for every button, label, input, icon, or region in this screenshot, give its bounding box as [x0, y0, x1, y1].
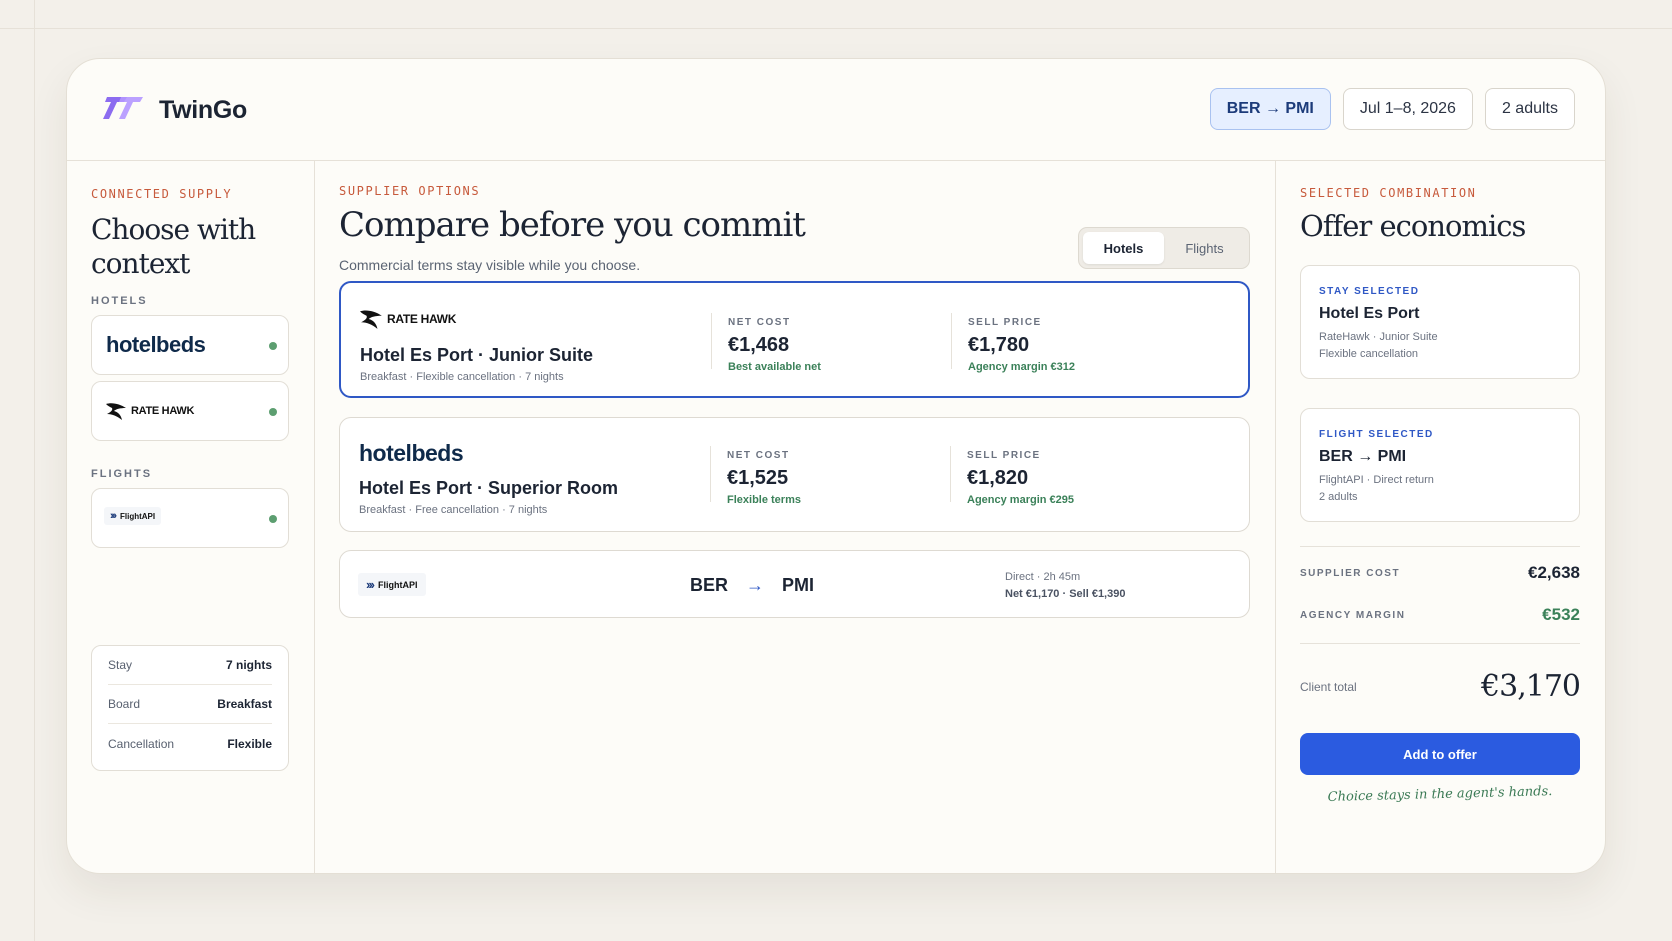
flights-label: FLIGHTS	[91, 468, 153, 480]
right-eyebrow: SELECTED COMBINATION	[1300, 186, 1477, 200]
stay-selected-card[interactable]: STAY SELECTED Hotel Es Port RateHawk · J…	[1300, 265, 1580, 379]
detail-row-stay: Stay 7 nights	[108, 646, 272, 685]
agency-margin-row: AGENCY MARGIN €532	[1300, 605, 1580, 624]
connected-status-dot	[269, 342, 277, 350]
sell-price: €1,820	[967, 467, 1029, 489]
supplier-tile-ratehawk[interactable]: RATE HAWK	[91, 381, 289, 441]
background-guide-horizontal	[0, 28, 1672, 29]
net-cost: €1,525	[727, 467, 789, 489]
option-name: Hotel Es Port · Superior Room	[359, 478, 619, 498]
brand[interactable]: TwinGo	[103, 93, 247, 128]
destination-code: PMI	[782, 575, 815, 595]
divider	[1300, 643, 1580, 644]
flight-route: BER → PMI	[690, 575, 814, 596]
net-cost: €1,468	[728, 334, 790, 356]
background-guide-vertical	[34, 0, 35, 941]
hotelbeds-logo: hotelbeds	[106, 332, 206, 357]
trip-details: Stay 7 nights Board Breakfast Cancellati…	[91, 645, 289, 771]
agency-margin: €532	[1542, 605, 1580, 624]
supplier-cost-row: SUPPLIER COST €2,638	[1300, 563, 1580, 582]
supplier-options-panel: SUPPLIER OPTIONS Compare before you comm…	[315, 161, 1276, 873]
app-header: TwinGo BER → PMI Jul 1–8, 2026 2 adults	[67, 59, 1605, 161]
hawk-icon	[360, 310, 382, 329]
ratehawk-logo: RATE HAWK	[360, 309, 456, 329]
option-meta: Breakfast · Free cancellation · 7 nights	[359, 504, 548, 516]
tab-hotels[interactable]: Hotels	[1083, 232, 1164, 264]
arrow-right-icon: →	[746, 575, 765, 595]
connected-status-dot	[269, 408, 277, 416]
app-window: TwinGo BER → PMI Jul 1–8, 2026 2 adults …	[66, 58, 1606, 874]
route-pill[interactable]: BER → PMI	[1209, 88, 1331, 130]
left-eyebrow: CONNECTED SUPPLY	[91, 187, 233, 201]
connected-supply-panel: CONNECTED SUPPLY Choose with context HOT…	[67, 161, 315, 873]
flight-info: Direct · 2h 45m Net €1,170 · Sell €1,390	[1005, 571, 1126, 600]
category-toggle: Hotels Flights	[1078, 227, 1250, 269]
app-name: TwinGo	[159, 96, 247, 124]
divider	[951, 313, 952, 369]
ratehawk-logo: RATE HAWK	[106, 402, 194, 420]
option-name: Hotel Es Port · Junior Suite	[360, 345, 594, 365]
divider	[711, 313, 712, 369]
mid-subtitle: Commercial terms stay visible while you …	[339, 257, 641, 273]
client-total: €3,170	[1481, 669, 1581, 704]
hotels-label: HOTELS	[91, 295, 148, 307]
divider	[710, 446, 711, 502]
hotel-option-superior-room[interactable]: hotelbeds Hotel Es Port · Superior Room …	[339, 417, 1250, 532]
divider	[1300, 546, 1580, 547]
supplier-cost: €2,638	[1528, 563, 1580, 582]
net-cost-block: NET COST €1,468 Best available net	[728, 317, 821, 373]
supplier-tile-hotelbeds[interactable]: hotelbeds	[91, 315, 289, 375]
connected-status-dot	[269, 515, 277, 523]
sell-price-block: SELL PRICE €1,820 Agency margin €295	[967, 450, 1074, 506]
twingo-logo-icon	[103, 93, 145, 128]
flightapi-logo: ››› FlightAPI	[104, 507, 162, 525]
flightapi-logo: ››› FlightAPI	[358, 573, 426, 596]
hotel-option-junior-suite[interactable]: RATE HAWK Hotel Es Port · Junior Suite B…	[339, 281, 1250, 398]
tab-flights[interactable]: Flights	[1164, 232, 1245, 264]
chevrons-icon: ›››	[110, 510, 117, 522]
flight-selected-card[interactable]: FLIGHT SELECTED BER → PMI FlightAPI · Di…	[1300, 408, 1580, 522]
offer-economics-panel: SELECTED COMBINATION Offer economics STA…	[1276, 161, 1605, 873]
right-title: Offer economics	[1300, 209, 1526, 243]
net-cost-block: NET COST €1,525 Flexible terms	[727, 450, 801, 506]
tagline: Choice stays in the agent's hands.	[1327, 784, 1553, 805]
dates-pill[interactable]: Jul 1–8, 2026	[1342, 88, 1473, 130]
divider	[950, 446, 951, 502]
hotelbeds-logo: hotelbeds	[359, 440, 464, 466]
flight-option[interactable]: ››› FlightAPI BER → PMI Direct · 2h 45m …	[339, 550, 1250, 618]
hawk-icon	[106, 403, 126, 420]
left-title: Choose with context	[91, 213, 256, 280]
option-meta: Breakfast · Flexible cancellation · 7 ni…	[360, 371, 564, 383]
sell-price-block: SELL PRICE €1,780 Agency margin €312	[968, 317, 1075, 373]
trip-summary: BER → PMI Jul 1–8, 2026 2 adults	[1209, 88, 1575, 130]
add-to-offer-button[interactable]: Add to offer	[1300, 733, 1580, 775]
sell-price: €1,780	[968, 334, 1030, 356]
supplier-tile-flightapi[interactable]: ››› FlightAPI	[91, 488, 289, 548]
detail-row-cancellation: Cancellation Flexible	[108, 736, 272, 751]
origin-code: BER	[690, 575, 729, 595]
travelers-pill[interactable]: 2 adults	[1484, 88, 1575, 130]
client-total-row: Client total €3,170	[1300, 669, 1581, 704]
chevrons-icon: ›››	[366, 577, 375, 592]
mid-eyebrow: SUPPLIER OPTIONS	[339, 184, 481, 198]
detail-row-board: Board Breakfast	[108, 685, 272, 724]
mid-title: Compare before you commit	[339, 205, 806, 245]
